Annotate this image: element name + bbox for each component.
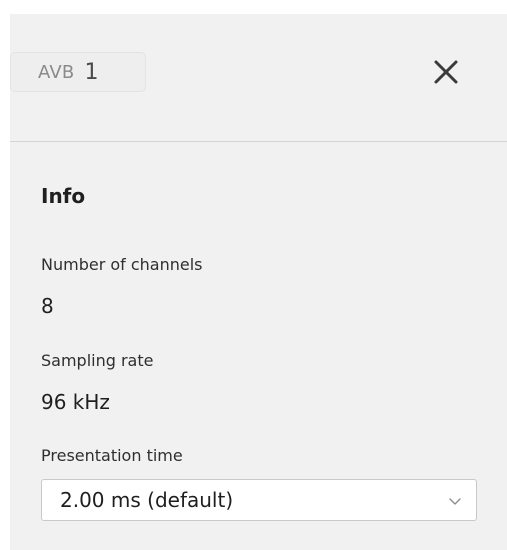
channels-label: Number of channels [41, 255, 203, 274]
stream-tag-prefix: AVB [38, 61, 75, 83]
sampling-rate-value: 96 kHz [41, 390, 110, 414]
stream-info-panel: AVB 1 Info Number of channels 8 Sampling… [10, 14, 507, 550]
stream-tag-number: 1 [84, 59, 99, 85]
sampling-rate-label: Sampling rate [41, 351, 154, 370]
stream-tag: AVB 1 [10, 52, 146, 92]
channels-value: 8 [41, 294, 54, 318]
info-section-title: Info [41, 184, 86, 208]
close-button[interactable] [426, 52, 466, 92]
panel-header: AVB 1 [10, 14, 507, 142]
presentation-time-selected: 2.00 ms (default) [60, 488, 234, 512]
close-icon [434, 60, 458, 84]
presentation-time-label: Presentation time [41, 446, 183, 465]
chevron-down-icon [449, 498, 461, 505]
presentation-time-select[interactable]: 2.00 ms (default) [41, 479, 477, 521]
